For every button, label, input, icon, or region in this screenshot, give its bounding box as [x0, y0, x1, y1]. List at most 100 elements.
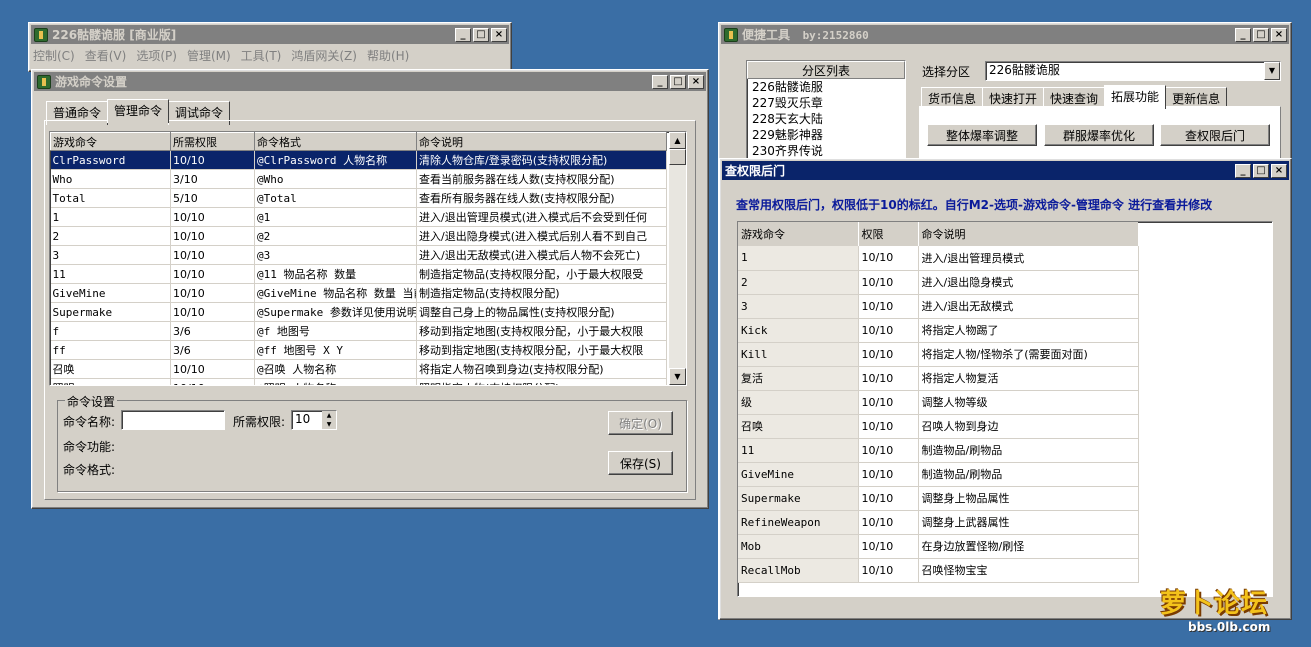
table-row[interactable]: Kill 10/10 将指定人物/怪物杀了(需要面对面) [738, 342, 1139, 367]
maximize-button[interactable]: □ [670, 74, 686, 89]
maximize-button[interactable]: □ [1253, 163, 1269, 178]
close-button[interactable]: × [688, 74, 704, 89]
table-row[interactable]: 3 10/10 @3 进入/退出无敌模式(进入模式后人物不会死亡) [50, 245, 667, 265]
table-cell: 级 [738, 390, 859, 415]
menu-view[interactable]: 查看(V) [85, 47, 127, 64]
minimize-button[interactable]: _ [1235, 163, 1251, 178]
server-select[interactable]: 226骷髅诡服 ▼ [985, 61, 1281, 81]
minimize-button[interactable]: _ [1235, 27, 1251, 42]
table-cell: Mob [738, 534, 859, 559]
table-row[interactable]: RecallMob 10/10 召唤怪物宝宝 [738, 558, 1139, 583]
table-row[interactable]: 2 10/10 @2 进入/退出隐身模式(进入模式后别人看不到自己 [50, 226, 667, 246]
table-cell: 10/10 [170, 150, 255, 170]
table-row[interactable]: Kick 10/10 将指定人物踢了 [738, 318, 1139, 343]
command-format-label: 命令格式: [63, 463, 116, 477]
save-button[interactable]: 保存(S) [608, 451, 673, 475]
table-row[interactable]: 1 10/10 @1 进入/退出管理员模式(进入模式后不会受到任何 [50, 207, 667, 227]
scroll-down-icon[interactable]: ▼ [669, 368, 686, 385]
table-row[interactable]: 召唤 10/10 @召唤 人物名称 将指定人物召唤到身边(支持权限分配) [50, 359, 667, 379]
close-button[interactable]: × [491, 27, 507, 42]
table-row[interactable]: Supermake 10/10 @Supermake 参数详见使用说明 调整自己身上的… [50, 302, 667, 322]
table-row[interactable]: GiveMine 10/10 制造物品/刷物品 [738, 462, 1139, 487]
table-row[interactable]: 11 10/10 制造物品/刷物品 [738, 438, 1139, 463]
table-row[interactable]: ff 3/6 @ff 地图号 X Y 移动到指定地图(支持权限分配，小于最大权限 [50, 340, 667, 360]
menu-tools[interactable]: 工具(T) [241, 47, 282, 64]
table-row[interactable]: 复活 10/10 将指定人物复活 [738, 366, 1139, 391]
menu-options[interactable]: 选项(P) [136, 47, 177, 64]
table-row[interactable]: 级 10/10 调整人物等级 [738, 390, 1139, 415]
menu-gateway[interactable]: 鸿盾网关(Z) [291, 47, 357, 64]
command-name-input[interactable] [121, 410, 225, 430]
table-cell: @Who [254, 169, 417, 189]
table-row[interactable]: Who 3/10 @Who 查看当前服务器在线人数(支持权限分配) [50, 169, 667, 189]
group-droprate-button[interactable]: 群服爆率优化 [1044, 124, 1154, 146]
column-header-format[interactable]: 命令格式 [254, 132, 417, 151]
permission-window-titlebar[interactable]: 查权限后门 _ □ × [722, 161, 1289, 180]
table-cell: 在身边放置怪物/刷怪 [918, 534, 1139, 559]
list-item[interactable]: 229魅影神器 [752, 127, 905, 143]
table-cell: 10/10 [858, 390, 919, 415]
column-header-description[interactable]: 命令说明 [918, 222, 1138, 246]
tools-window-titlebar[interactable]: 便捷工具 by:2152860 _ □ × [721, 25, 1289, 44]
table-row[interactable]: Mob 10/10 在身边放置怪物/刷怪 [738, 534, 1139, 559]
table-cell: Who [50, 169, 171, 189]
check-backdoor-button[interactable]: 查权限后门 [1160, 124, 1270, 146]
table-row[interactable]: 1 10/10 进入/退出管理员模式 [738, 246, 1139, 271]
scroll-up-icon[interactable]: ▲ [669, 132, 686, 149]
ok-button[interactable]: 确定(O) [608, 411, 673, 435]
table-row[interactable]: 3 10/10 进入/退出无敌模式 [738, 294, 1139, 319]
main-window-titlebar[interactable]: 226骷髅诡服 [商业版] _ □ × [31, 25, 509, 44]
dropdown-arrow-icon[interactable]: ▼ [1264, 62, 1280, 80]
overall-droprate-button[interactable]: 整体爆率调整 [927, 124, 1037, 146]
list-item[interactable]: 230齐界传说 [752, 143, 905, 159]
command-table: 游戏命令 所需权限 命令格式 命令说明 ClrPassword 10/10 @Clr… [49, 131, 687, 386]
forum-watermark: 萝卜论坛 bbs.0lb.com [1160, 588, 1300, 644]
maximize-button[interactable]: □ [1253, 27, 1269, 42]
table-cell: @11 物品名称 数量 [254, 264, 417, 284]
table-row[interactable]: 照明10/10@照明 人物名称照明指定人物(支持权限分配) [50, 378, 667, 385]
main-window-title: 226骷髅诡服 [商业版] [52, 28, 177, 42]
spinner-arrows-icon[interactable]: ▲ ▼ [322, 411, 336, 429]
group-label: 命令设置 [65, 393, 118, 410]
permission-spinner[interactable]: 10 ▲ ▼ [291, 410, 337, 430]
list-item[interactable]: 227毁灭乐章 [752, 95, 905, 111]
menu-help[interactable]: 帮助(H) [367, 47, 409, 64]
list-item[interactable]: 226骷髅诡服 [752, 79, 905, 95]
table-row[interactable]: ClrPassword 10/10 @ClrPassword 人物名称 清除人物仓库/… [50, 150, 667, 170]
column-header-permission[interactable]: 所需权限 [170, 132, 255, 151]
table-row[interactable]: 2 10/10 进入/退出隐身模式 [738, 270, 1139, 295]
tab-extensions[interactable]: 拓展功能 [1104, 85, 1167, 109]
command-name-label: 命令名称: [63, 415, 116, 429]
table-cell: 召唤怪物宝宝 [918, 558, 1139, 583]
table-row[interactable]: 11 10/10 @11 物品名称 数量 制造指定物品(支持权限分配，小于最大权限受 [50, 264, 667, 284]
minimize-button[interactable]: _ [455, 27, 471, 42]
maximize-button[interactable]: □ [473, 27, 489, 42]
menu-control[interactable]: 控制(C) [33, 47, 75, 64]
table-row[interactable]: RefineWeapon 10/10 调整身上武器属性 [738, 510, 1139, 535]
close-button[interactable]: × [1271, 163, 1287, 178]
close-button[interactable]: × [1271, 27, 1287, 42]
table-cell: 2 [50, 226, 171, 246]
scroll-thumb[interactable] [669, 149, 686, 165]
table-row[interactable]: GiveMine 10/10 @GiveMine 物品名称 数量 当前 制造指定物品(… [50, 283, 667, 303]
column-header-description[interactable]: 命令说明 [416, 132, 667, 151]
column-header-command[interactable]: 游戏命令 [50, 132, 171, 151]
table-cell: 10/10 [858, 294, 919, 319]
minimize-button[interactable]: _ [652, 74, 668, 89]
command-table-scrollbar[interactable]: ▲ ▼ [669, 132, 686, 385]
column-header-permission[interactable]: 权限 [858, 222, 919, 246]
server-list[interactable]: 分区列表 226骷髅诡服 227毁灭乐章 228天玄大陆 229魅影神器 230齐界传说 [746, 60, 906, 160]
app-icon [37, 74, 51, 89]
table-row[interactable]: Supermake 10/10 调整身上物品属性 [738, 486, 1139, 511]
table-row[interactable]: f 3/6 @f 地图号 移动到指定地图(支持权限分配，小于最大权限 [50, 321, 667, 341]
menu-manage[interactable]: 管理(M) [187, 47, 231, 64]
column-header-command[interactable]: 游戏命令 [738, 222, 859, 246]
list-item[interactable]: 228天玄大陆 [752, 111, 905, 127]
table-cell: 召唤人物到身边 [918, 414, 1139, 439]
table-cell: 查看当前服务器在线人数(支持权限分配) [416, 169, 667, 189]
table-row[interactable]: 召唤 10/10 召唤人物到身边 [738, 414, 1139, 439]
tab-admin-commands[interactable]: 管理命令 [107, 99, 170, 123]
command-window-titlebar[interactable]: 游戏命令设置 _ □ × [34, 72, 706, 91]
table-cell: 10/10 [858, 486, 919, 511]
table-row[interactable]: Total 5/10 @Total 查看所有服务器在线人数(支持权限分配) [50, 188, 667, 208]
